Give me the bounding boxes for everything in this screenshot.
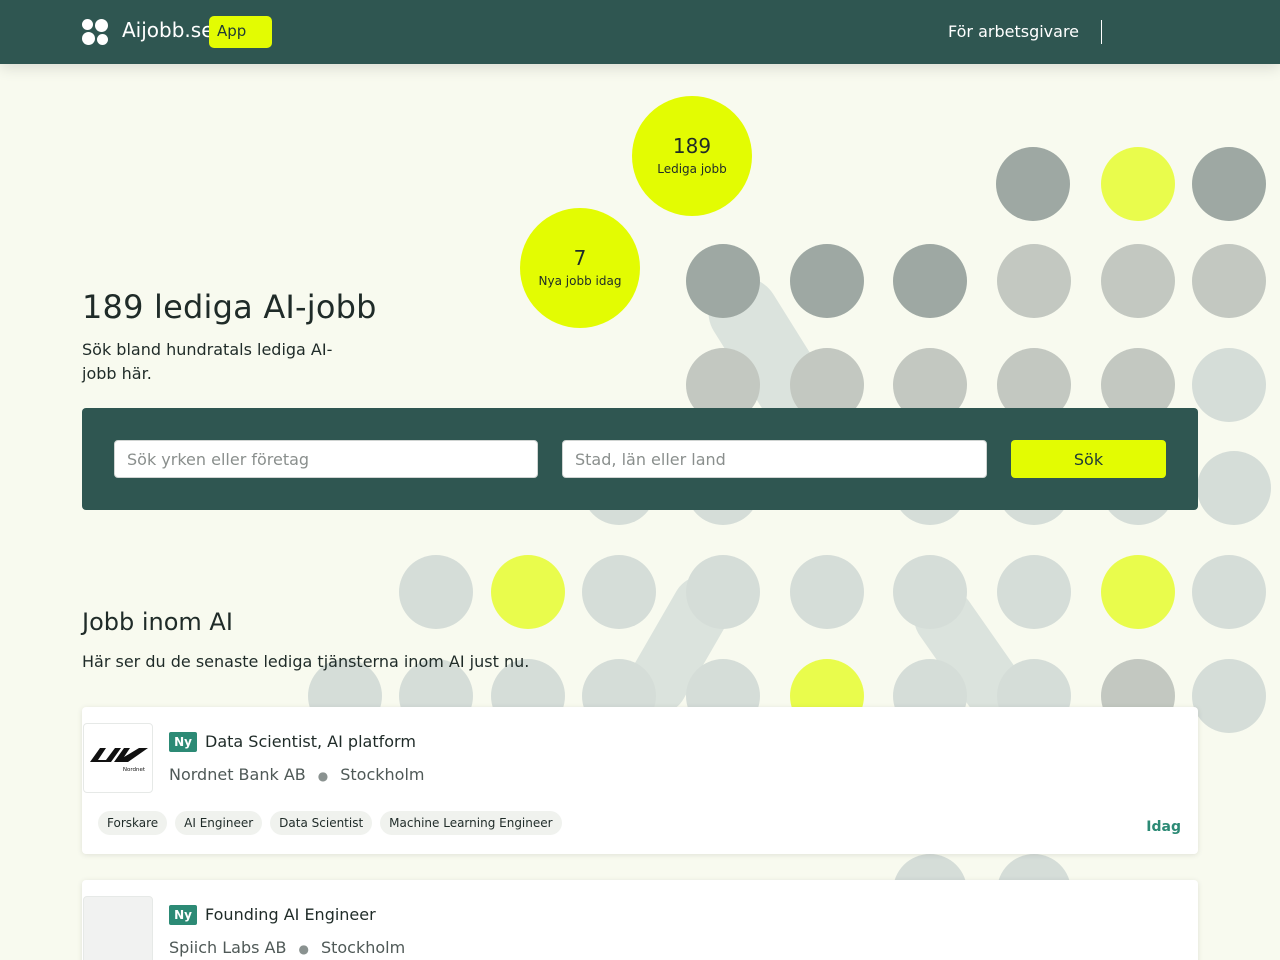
search-button[interactable]: Sök bbox=[1011, 440, 1166, 478]
job-title[interactable]: Founding AI Engineer bbox=[205, 905, 376, 924]
photo-circle bbox=[582, 555, 656, 629]
photo-circle bbox=[1192, 147, 1266, 221]
company-logo bbox=[83, 896, 153, 960]
photo-circle bbox=[1192, 659, 1266, 733]
accent-circle bbox=[1101, 555, 1175, 629]
photo-circle bbox=[1192, 348, 1266, 422]
open-jobs-stat: 189 Lediga jobb bbox=[632, 96, 752, 216]
job-tag[interactable]: Forskare bbox=[98, 811, 168, 835]
company-name: Spiich Labs AB bbox=[169, 938, 287, 957]
photo-circle bbox=[997, 555, 1071, 629]
section-subtitle: Här ser du de senaste lediga tjänsterna … bbox=[82, 652, 530, 671]
job-location: Stockholm bbox=[340, 765, 425, 784]
photo-circle bbox=[1192, 555, 1266, 629]
photo-circle bbox=[1192, 244, 1266, 318]
employer-link[interactable]: För arbetsgivare bbox=[948, 22, 1079, 41]
nav-divider bbox=[1101, 20, 1102, 44]
page-subtitle: Sök bland hundratals lediga AI-jobb här. bbox=[82, 340, 333, 383]
svg-text:Nordnet: Nordnet bbox=[123, 767, 146, 773]
company-logo: Nordnet bbox=[83, 723, 153, 793]
section-title: Jobb inom AI bbox=[82, 608, 233, 636]
brand-name-link[interactable]: Aijobb.se bbox=[122, 18, 214, 42]
photo-circle bbox=[399, 555, 473, 629]
photo-circle bbox=[996, 147, 1070, 221]
new-badge: Ny bbox=[169, 732, 197, 752]
photo-circle bbox=[997, 244, 1071, 318]
photo-circle bbox=[893, 555, 967, 629]
photo-circle bbox=[790, 244, 864, 318]
photo-circle bbox=[893, 244, 967, 318]
new-jobs-count: 7 bbox=[573, 246, 587, 270]
job-meta: Spiich Labs AB ● Stockholm bbox=[169, 938, 405, 957]
photo-circle bbox=[686, 244, 760, 318]
brand-logo-icon[interactable] bbox=[82, 19, 108, 45]
app-badge-button[interactable]: App bbox=[209, 16, 272, 48]
separator-dot: ● bbox=[298, 942, 309, 956]
open-jobs-count: 189 bbox=[672, 134, 712, 158]
job-title[interactable]: Data Scientist, AI platform bbox=[205, 732, 416, 751]
nordnet-logo-icon: Nordnet bbox=[90, 748, 148, 773]
accent-circle bbox=[1101, 147, 1175, 221]
job-location: Stockholm bbox=[320, 938, 406, 957]
job-card[interactable]: Nordnet Ny Data Scientist, AI platform N… bbox=[82, 707, 1198, 854]
accent-circle bbox=[491, 555, 565, 629]
photo-circle bbox=[790, 555, 864, 629]
job-meta: Nordnet Bank AB ● Stockholm bbox=[169, 765, 424, 784]
photo-circle bbox=[1197, 451, 1271, 525]
job-search-input[interactable] bbox=[114, 440, 538, 478]
job-tags: Forskare AI Engineer Data Scientist Mach… bbox=[98, 811, 562, 835]
new-jobs-label: Nya jobb idag bbox=[538, 274, 622, 288]
job-card[interactable]: Ny Founding AI Engineer Spiich Labs AB ● S… bbox=[82, 880, 1198, 960]
photo-circle bbox=[1101, 244, 1175, 318]
company-name: Nordnet Bank AB bbox=[169, 765, 306, 784]
open-jobs-label: Lediga jobb bbox=[657, 162, 727, 176]
photo-circle bbox=[686, 555, 760, 629]
job-tag[interactable]: Machine Learning Engineer bbox=[380, 811, 562, 835]
job-posted-date: Idag bbox=[1146, 819, 1181, 835]
page-title: 189 lediga AI-jobb bbox=[82, 288, 377, 326]
new-jobs-stat: 7 Nya jobb idag bbox=[520, 208, 640, 328]
new-badge: Ny bbox=[169, 905, 197, 925]
search-panel: Sök bbox=[82, 408, 1198, 510]
job-tag[interactable]: AI Engineer bbox=[175, 811, 263, 835]
separator-dot: ● bbox=[317, 769, 329, 783]
job-tag[interactable]: Data Scientist bbox=[270, 811, 373, 835]
location-search-input[interactable] bbox=[562, 440, 987, 478]
top-navigation-bar: Aijobb.se App För arbetsgivare bbox=[0, 0, 1280, 64]
